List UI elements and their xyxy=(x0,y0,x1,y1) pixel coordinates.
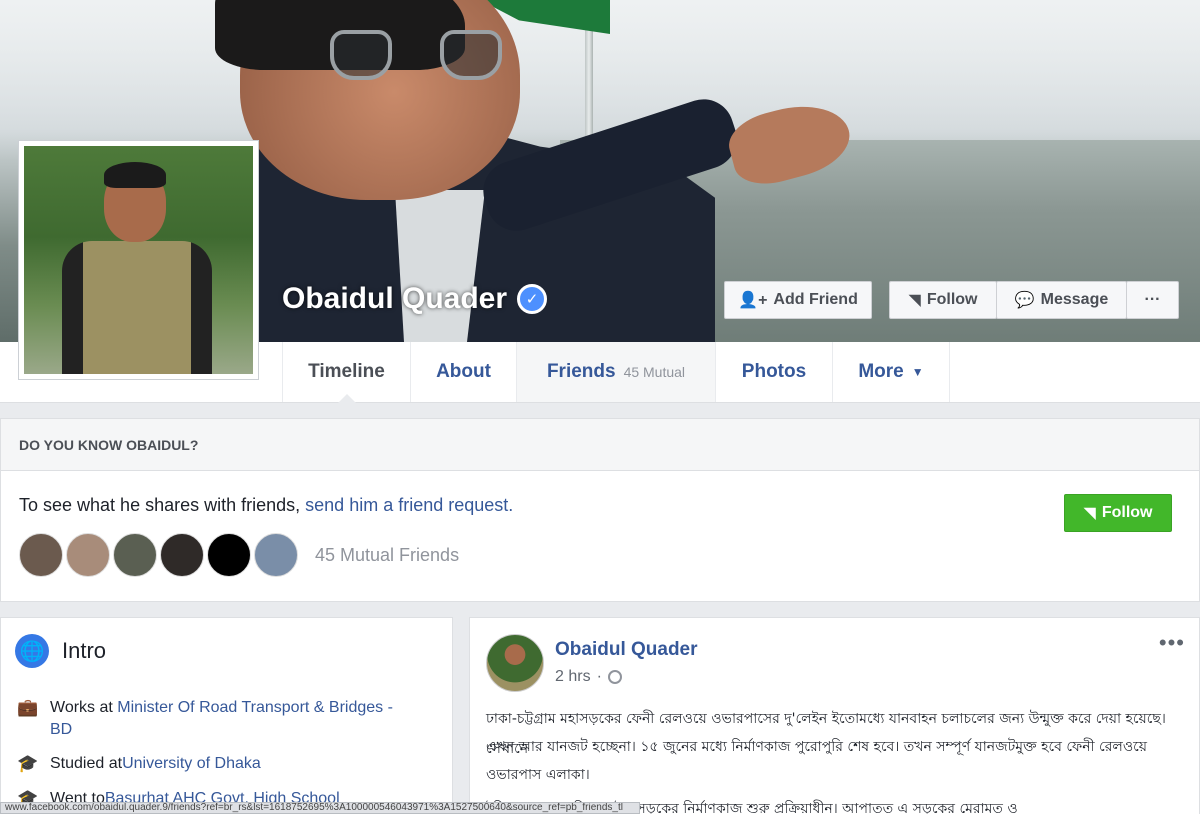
add-friend-icon: 👤+ xyxy=(738,292,768,309)
tab-friends-count: 45 Mutual xyxy=(623,364,686,380)
meta-separator: · xyxy=(596,668,602,685)
profile-picture-hair xyxy=(104,162,166,188)
post-text-line: ওভারপাস এলাকা। xyxy=(486,767,590,783)
tab-friends-label: Friends xyxy=(546,361,616,382)
do-you-know-header: DO YOU KNOW OBAIDUL? xyxy=(1,419,1199,471)
post-author-name[interactable]: Obaidul Quader xyxy=(555,639,698,661)
briefcase-icon: 💼 xyxy=(17,698,39,717)
tab-more[interactable]: More ▼ xyxy=(833,342,950,402)
post-card: Obaidul Quader 2 hrs · ••• ঢাকা-চট্টগ্রা… xyxy=(469,617,1200,814)
tab-friends[interactable]: Friends 45 Mutual xyxy=(517,342,716,402)
intro-item-work: 💼 Works at Minister Of Road Transport & … xyxy=(15,697,435,741)
do-you-know-text-prefix: To see what he shares with friends, xyxy=(19,495,306,515)
do-you-know-box: DO YOU KNOW OBAIDUL? To see what he shar… xyxy=(0,418,1200,602)
intro-item-university: 🎓 Studied at University of Dhaka xyxy=(15,753,261,775)
public-audience-icon[interactable] xyxy=(607,670,622,684)
cover-person-sunglasses xyxy=(320,30,510,90)
tab-about-label: About xyxy=(436,361,491,382)
profile-picture-image xyxy=(24,146,253,374)
profile-name-row: Obaidul Quader ✓ xyxy=(282,282,548,316)
post-meta: 2 hrs · xyxy=(555,668,622,686)
follow-label: Follow xyxy=(926,291,978,308)
tab-photos-label: Photos xyxy=(741,361,807,382)
browser-status-bar: www.facebook.com/obaidul.quader.9/friend… xyxy=(0,802,640,814)
follow-button[interactable]: ◥ Follow xyxy=(889,281,997,319)
globe-icon: 🌐 xyxy=(15,634,49,668)
caret-down-icon: ▼ xyxy=(911,365,924,379)
intro-title: Intro xyxy=(62,638,107,663)
mutual-friend-avatar[interactable] xyxy=(66,533,110,577)
post-author-avatar[interactable] xyxy=(486,634,544,692)
tab-more-label: More xyxy=(858,361,904,382)
mutual-friends-link[interactable]: 45 Mutual Friends xyxy=(315,545,459,566)
intro-item-work-prefix: Works at xyxy=(50,699,118,716)
add-friend-label: Add Friend xyxy=(773,291,858,308)
tab-timeline[interactable]: Timeline xyxy=(282,342,411,403)
message-label: Message xyxy=(1040,291,1109,308)
post-text-line: এখন আর যানজট হচ্ছেনা। ১৫ জুনের মধ্যে নির… xyxy=(486,739,1148,755)
profile-name[interactable]: Obaidul Quader xyxy=(282,282,507,316)
messenger-icon: 💬 xyxy=(1014,292,1035,309)
more-options-label: ··· xyxy=(1144,291,1161,308)
intro-item-work-text: Works at Minister Of Road Transport & Br… xyxy=(50,697,410,741)
mutual-friend-avatar[interactable] xyxy=(207,533,251,577)
post-timestamp[interactable]: 2 hrs xyxy=(555,668,591,686)
profile-picture[interactable] xyxy=(18,140,259,380)
add-friend-button[interactable]: 👤+ Add Friend xyxy=(724,281,872,319)
profile-picture-vest xyxy=(62,241,212,374)
follow-green-label: Follow xyxy=(1101,504,1153,521)
verified-badge-icon: ✓ xyxy=(517,284,548,314)
graduation-cap-icon: 🎓 xyxy=(17,754,39,773)
tab-photos[interactable]: Photos xyxy=(716,342,833,402)
rss-icon: ◥ xyxy=(1083,505,1096,522)
intro-box: 🌐 Intro 💼 Works at Minister Of Road Tran… xyxy=(0,617,453,814)
rss-icon: ◥ xyxy=(908,292,921,309)
mutual-friends-row: 45 Mutual Friends xyxy=(19,533,459,577)
send-friend-request-link[interactable]: send him a friend request. xyxy=(305,495,513,515)
do-you-know-text: To see what he shares with friends, send… xyxy=(19,495,513,516)
post-options-button[interactable]: ••• xyxy=(1159,630,1185,656)
message-button[interactable]: 💬 Message xyxy=(996,281,1127,319)
more-options-button[interactable]: ··· xyxy=(1126,281,1179,319)
intro-item-university-link[interactable]: University of Dhaka xyxy=(122,753,261,775)
follow-green-button[interactable]: ◥ Follow xyxy=(1064,494,1172,532)
tab-timeline-label: Timeline xyxy=(308,361,385,382)
mutual-friend-avatar[interactable] xyxy=(113,533,157,577)
mutual-friend-avatar[interactable] xyxy=(160,533,204,577)
mutual-friend-avatar[interactable] xyxy=(19,533,63,577)
tab-about[interactable]: About xyxy=(411,342,517,402)
mutual-friend-avatar[interactable] xyxy=(254,533,298,577)
intro-item-university-prefix: Studied at xyxy=(50,755,123,772)
